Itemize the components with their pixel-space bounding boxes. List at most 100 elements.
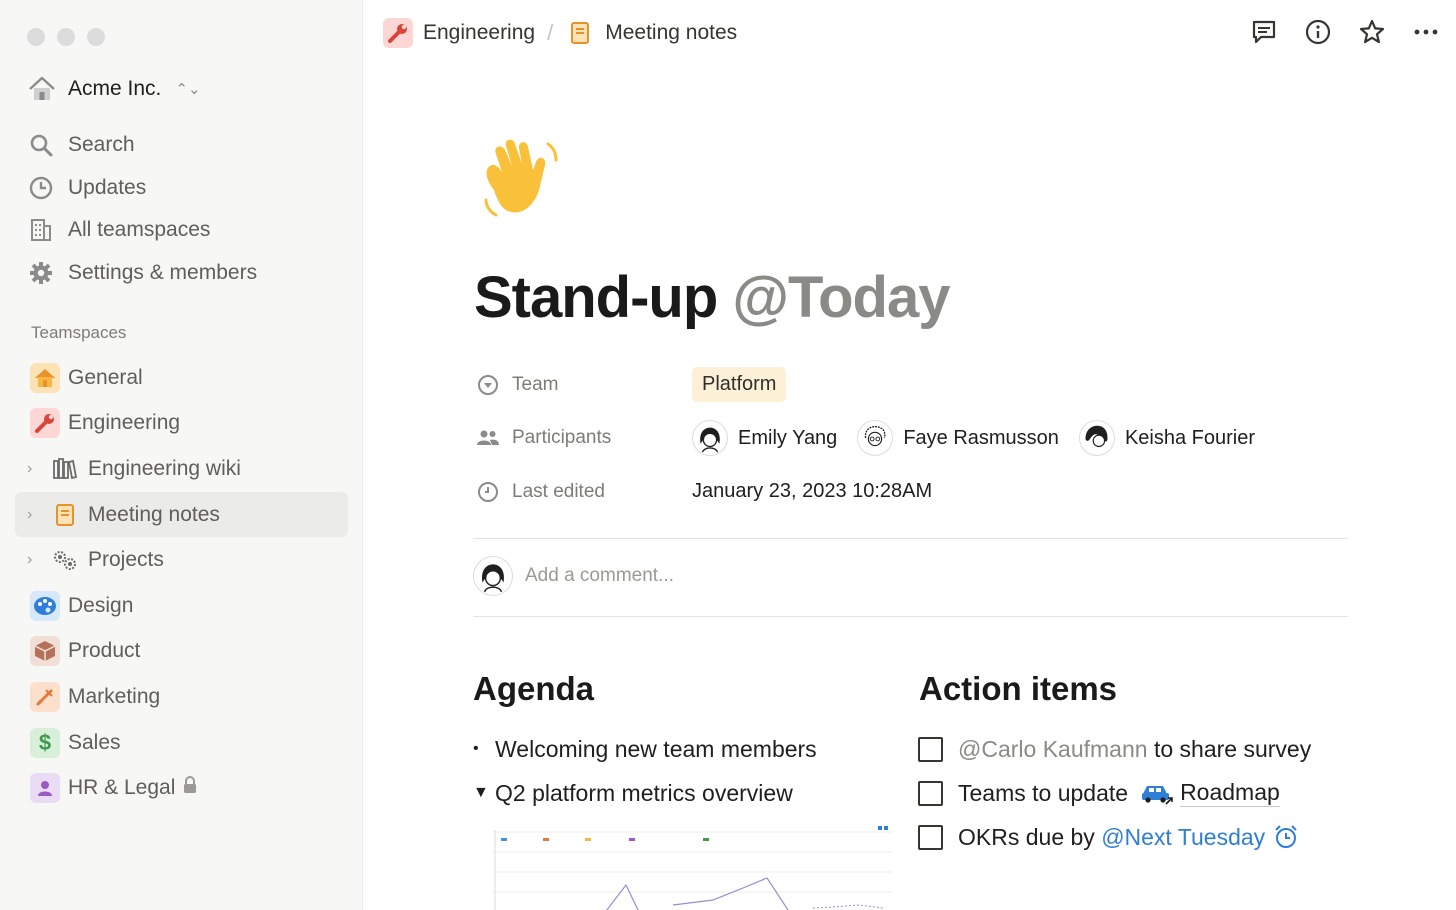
nav-settings-members[interactable]: Settings & members [28,252,348,295]
teamspace-design[interactable]: Design [15,583,348,629]
participant-name: Faye Rasmusson [903,426,1059,449]
action-items-heading: Action items [919,670,1118,707]
property-value[interactable]: Platform [692,367,787,403]
wrench-icon [383,18,413,48]
workspace-switcher[interactable]: Acme Inc. ⌃⌄ [28,76,201,102]
nav-all-teamspaces[interactable]: All teamspaces [28,209,348,252]
property-participants: Participants Emily Yang Faye Rasmusson K… [476,412,1348,466]
todo-item: OKRs due by @Next Tuesday [918,815,1358,859]
zoom-window-button[interactable] [87,28,105,46]
house-icon [29,76,55,100]
teamspace-product[interactable]: Product [15,629,348,675]
comment-icon[interactable] [1250,18,1278,46]
teamspace-label: Sales [68,730,121,754]
property-team: Team Platform [476,358,1348,412]
lock-icon [183,776,197,800]
car-icon [1142,786,1173,805]
teamspace-label: Engineering wiki [88,456,241,480]
avatar [857,420,894,457]
gears-icon [50,545,80,575]
list-item[interactable]: • Welcoming new team members [473,727,893,771]
teamspace-hr-legal[interactable]: HR & Legal [15,765,348,811]
wrench-icon [30,408,60,439]
clock-icon [478,481,498,502]
teamspace-label: Meeting notes [88,502,220,526]
teamspace-label: HR & Legal [68,776,176,800]
page-title[interactable]: Stand-up @Today [474,264,950,331]
breadcrumb-separator: / [547,20,554,45]
todo-checkbox[interactable] [918,736,943,762]
property-last-edited: Last edited January 23, 2023 10:28AM [476,465,1348,519]
metrics-chart-thumbnail[interactable] [473,820,898,910]
todo-checkbox[interactable] [918,780,943,806]
teamspace-sales[interactable]: $ Sales [15,720,348,766]
sidebar: Acme Inc. ⌃⌄ Search Updates All teamspac… [0,0,363,910]
teamspace-engineering[interactable]: Engineering [15,401,348,447]
agenda-heading: Agenda [473,670,595,707]
todo-item: Teams to update Roadmap [918,771,1358,815]
breadcrumb-meeting-notes[interactable]: Meeting notes [565,18,737,48]
participant[interactable]: Keisha Fourier [1078,420,1255,457]
teamspace-label: Product [68,639,141,663]
avatar [473,556,513,596]
date-mention[interactable]: @Today [732,265,950,330]
list-item-text: Welcoming new team members [495,735,817,762]
breadcrumb: Engineering / Meeting notes [383,18,737,48]
nav-updates[interactable]: Updates [28,167,348,210]
notebook-icon [565,18,595,48]
select-icon [478,374,498,395]
more-icon[interactable] [1412,18,1440,46]
property-label[interactable]: Participants [476,426,692,450]
comment-box[interactable]: Add a comment... [473,556,674,596]
todo-item: @Carlo Kaufmann to share survey [918,727,1358,771]
chevron-right-icon[interactable]: › [27,460,47,478]
teamspace-label: Design [68,593,134,617]
gear-icon [30,261,52,284]
participant[interactable]: Faye Rasmusson [857,420,1059,457]
close-window-button[interactable] [27,28,45,46]
pen-icon [30,681,60,712]
box-icon [30,636,60,667]
nav-search[interactable]: Search [28,124,348,167]
dollar-icon: $ [30,727,60,758]
person-mention[interactable]: @Carlo Kaufmann [958,736,1148,763]
teamspace-label: Engineering [68,411,181,435]
chevron-right-icon[interactable]: › [27,551,47,569]
teamspace-projects[interactable]: › Projects [15,537,348,583]
property-value[interactable]: Emily Yang Faye Rasmusson Keisha Fourier [692,420,1255,457]
bullet-icon: • [473,740,479,757]
teamspace-engineering-wiki[interactable]: › Engineering wiki [15,446,348,492]
info-icon[interactable] [1304,18,1332,46]
property-label-text: Participants [512,427,612,449]
property-label[interactable]: Last edited [476,480,692,504]
toggle-item[interactable]: ▼ Q2 platform metrics overview [473,771,893,815]
breadcrumb-engineering[interactable]: Engineering [383,18,535,48]
nav-label: Search [68,133,135,157]
comment-input[interactable]: Add a comment... [525,565,674,587]
teamspace-marketing[interactable]: Marketing [15,674,348,720]
page-title-text: Stand-up [474,265,718,330]
nav-label: Updates [68,175,147,199]
property-label[interactable]: Team [476,373,692,397]
date-mention[interactable]: @Next Tuesday [1101,824,1265,851]
roadmap-page-link[interactable]: Roadmap [1180,779,1280,807]
todo-checkbox[interactable] [918,824,943,850]
teamspace-meeting-notes[interactable]: › Meeting notes [15,491,348,538]
team-tag[interactable]: Platform [692,367,787,403]
chevron-right-icon[interactable]: › [27,506,47,524]
teamspace-label: General [68,365,143,389]
alarm-clock-icon[interactable] [1273,824,1299,850]
toggle-triangle-icon[interactable]: ▼ [473,784,495,802]
avatar [1078,420,1115,457]
star-icon[interactable] [1358,18,1386,46]
minimize-window-button[interactable] [57,28,75,46]
property-label-text: Team [512,373,559,395]
participant[interactable]: Emily Yang [692,420,837,457]
teamspace-label: Projects [88,548,164,572]
workspace-name: Acme Inc. [68,77,162,100]
waving-hand-icon[interactable] [476,130,570,224]
person-icon [30,773,60,804]
teamspace-general[interactable]: General [15,355,348,401]
avatar [692,420,728,457]
nav-label: Settings & members [68,260,258,284]
